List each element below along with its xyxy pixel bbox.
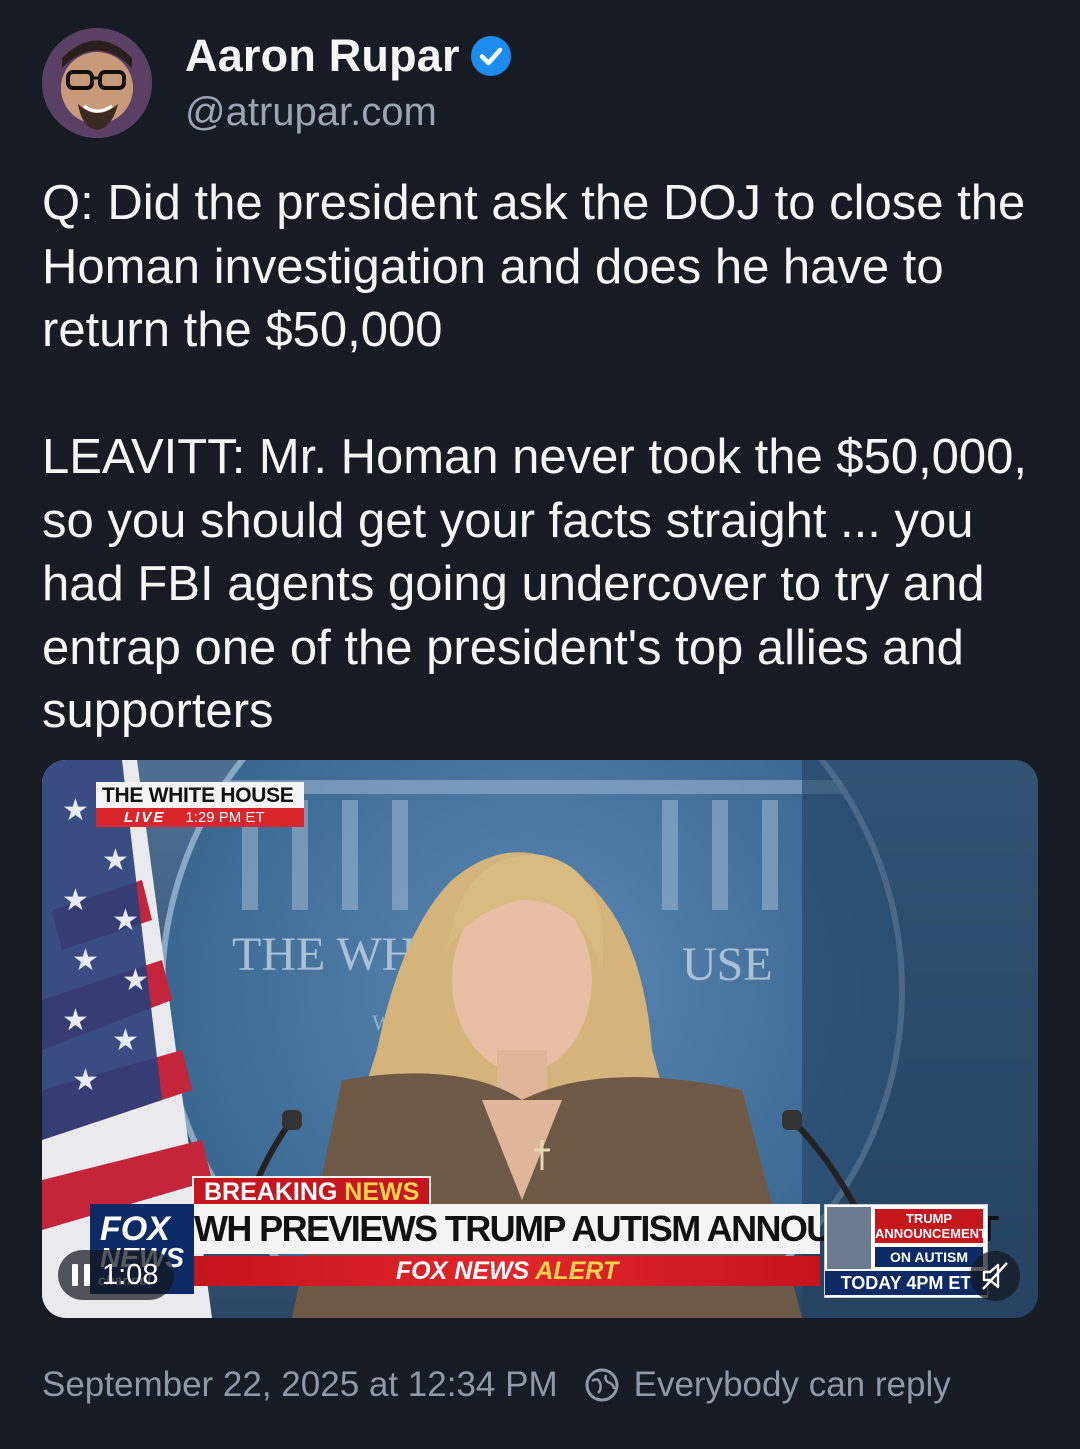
alert-bar: FOX NEWS ALERT bbox=[194, 1256, 820, 1286]
svg-text:★: ★ bbox=[62, 793, 89, 828]
video-player[interactable]: ★★★ ★★★ ★★★ THE WH USE WA THE WHITE HOUS… bbox=[42, 760, 1038, 1318]
svg-text:★: ★ bbox=[62, 883, 89, 918]
news-headline: WH PREVIEWS TRUMP AUTISM ANNOUNCEMENT bbox=[194, 1204, 999, 1254]
promo-line2: ON AUTISM bbox=[875, 1247, 983, 1267]
breaking-news-label: BREAKING NEWS bbox=[192, 1176, 432, 1207]
verified-badge-icon bbox=[470, 36, 511, 76]
promo-line1: TRUMP ANNOUNCEMENT bbox=[875, 1209, 987, 1243]
svg-text:★: ★ bbox=[72, 1063, 99, 1098]
promo-thumbnail bbox=[827, 1207, 871, 1269]
wh-tag-time: 1:29 PM ET bbox=[185, 809, 265, 826]
elapsed-time: 1:08 bbox=[102, 1258, 159, 1291]
podium-text-left: THE WH bbox=[232, 928, 416, 981]
post-text: Q: Did the president ask the DOJ to clos… bbox=[42, 176, 1028, 738]
svg-text:★: ★ bbox=[112, 903, 139, 938]
reply-setting[interactable]: Everybody can reply bbox=[634, 1365, 951, 1405]
svg-text:★: ★ bbox=[102, 843, 129, 878]
white-house-live-tag: THE WHITE HOUSE LIVE 1:29 PM ET bbox=[96, 782, 304, 827]
promo-line3: TODAY 4PM ET bbox=[825, 1271, 987, 1295]
muted-speaker-icon bbox=[982, 1262, 1008, 1290]
svg-text:★: ★ bbox=[62, 1003, 89, 1038]
author-name-row[interactable]: Aaron Rupar bbox=[185, 30, 512, 82]
avatar-photo bbox=[42, 28, 152, 138]
post-timestamp[interactable]: September 22, 2025 at 12:34 PM bbox=[42, 1365, 558, 1405]
alert-network: FOX NEWS bbox=[395, 1257, 530, 1285]
globe-icon bbox=[585, 1368, 619, 1402]
alert-word: ALERT bbox=[535, 1257, 619, 1285]
avatar[interactable] bbox=[42, 28, 152, 138]
promo-box: TRUMP ANNOUNCEMENT ON AUTISM TODAY 4PM E… bbox=[824, 1204, 988, 1298]
svg-text:★: ★ bbox=[112, 1023, 139, 1058]
svg-text:★: ★ bbox=[122, 963, 149, 998]
news-lower-third: BREAKING NEWS FOX NEWS channel WH PREVIE… bbox=[90, 1176, 999, 1298]
author-handle[interactable]: @atrupar.com bbox=[185, 90, 437, 135]
author-display-name[interactable]: Aaron Rupar bbox=[185, 30, 460, 82]
wh-tag-live: LIVE bbox=[124, 809, 166, 826]
podium-text-right: USE bbox=[682, 938, 773, 991]
post-footer: September 22, 2025 at 12:34 PM Everybody… bbox=[42, 1365, 951, 1405]
playback-control[interactable]: 1:08 bbox=[58, 1250, 175, 1300]
wh-tag-title: THE WHITE HOUSE bbox=[96, 782, 304, 808]
news-word: NEWS bbox=[344, 1178, 420, 1206]
mute-button[interactable] bbox=[970, 1251, 1020, 1301]
pause-icon[interactable] bbox=[72, 1264, 90, 1286]
svg-text:★: ★ bbox=[72, 943, 99, 978]
breaking-word: BREAKING bbox=[204, 1178, 338, 1206]
